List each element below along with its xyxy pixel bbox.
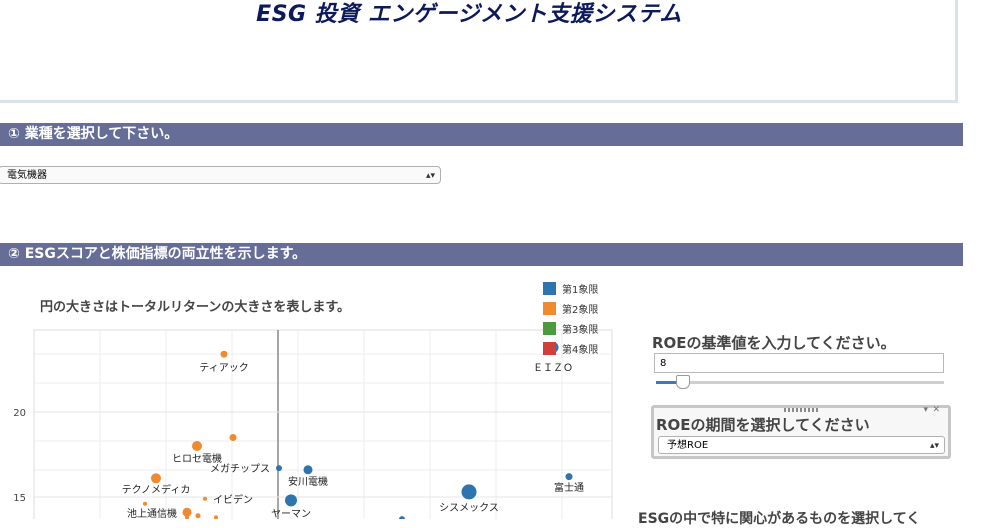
data-point[interactable] — [143, 501, 147, 506]
data-point[interactable] — [203, 496, 207, 501]
data-point-label: イビデン — [213, 493, 253, 506]
legend-item: 第2象限 — [543, 298, 598, 318]
roe-period-select[interactable]: 予想ROE ▴▾ — [658, 436, 945, 454]
legend-swatch — [543, 341, 556, 355]
data-point[interactable] — [565, 473, 573, 481]
legend-item: 第4象限 — [543, 338, 598, 358]
minimize-icon[interactable]: ▾ — [923, 405, 928, 415]
y-tick-label: 20 — [13, 408, 26, 419]
legend-item: 第3象限 — [543, 318, 598, 338]
data-point[interactable] — [195, 513, 201, 519]
data-point[interactable] — [229, 434, 237, 441]
data-point[interactable] — [303, 465, 313, 475]
legend-label: 第1象限 — [562, 284, 599, 296]
legend-swatch — [543, 321, 556, 335]
data-point[interactable] — [220, 350, 228, 358]
data-point[interactable] — [285, 494, 297, 507]
legend-swatch — [543, 281, 556, 295]
legend-item: 第1象限 — [543, 278, 598, 298]
legend-swatch — [543, 301, 556, 315]
roe-period-label: ROEの期間を選択してください — [656, 416, 870, 434]
close-icon[interactable]: ✕ — [932, 405, 940, 415]
data-point-label: テクノメディカ — [122, 483, 191, 496]
roe-base-input[interactable] — [654, 353, 944, 373]
data-point-label: ＥＩＺＯ — [533, 363, 573, 374]
roe-base-label: ROEの基準値を入力してください。 — [652, 334, 896, 352]
legend-label: 第3象限 — [562, 324, 599, 336]
data-point-label: メガチップス — [210, 463, 270, 475]
data-point-label: 富士通 — [554, 481, 584, 494]
roe-period-panel: ▾ ✕ ROEの期間を選択してください 予想ROE ▴▾ — [651, 405, 951, 459]
y-tick-label: 15 — [13, 493, 26, 504]
data-point[interactable] — [276, 465, 282, 472]
data-point-label: ヤーマン — [271, 509, 311, 519]
data-point-label: 安川電機 — [288, 475, 328, 488]
data-point-label: ティアック — [199, 362, 248, 374]
select-arrows-icon: ▴▾ — [929, 441, 939, 451]
esg-interest-prompt: ESGの中で特に関心があるものを選択してく — [638, 511, 921, 527]
drag-handle-icon[interactable] — [784, 408, 820, 412]
roe-period-value: 予想ROE — [667, 440, 709, 451]
data-point[interactable] — [461, 484, 477, 500]
data-point[interactable] — [192, 441, 202, 451]
data-point-label: シスメックス — [439, 502, 499, 514]
data-point-label: 池上通信機 — [127, 507, 177, 519]
legend-label: 第2象限 — [562, 304, 599, 316]
legend-label: 第4象限 — [562, 344, 599, 356]
data-point[interactable] — [151, 473, 161, 484]
chart-legend: 第1象限第2象限第3象限第4象限 — [543, 278, 598, 358]
roe-slider-thumb[interactable] — [675, 375, 690, 389]
roe-slider[interactable] — [656, 375, 944, 389]
